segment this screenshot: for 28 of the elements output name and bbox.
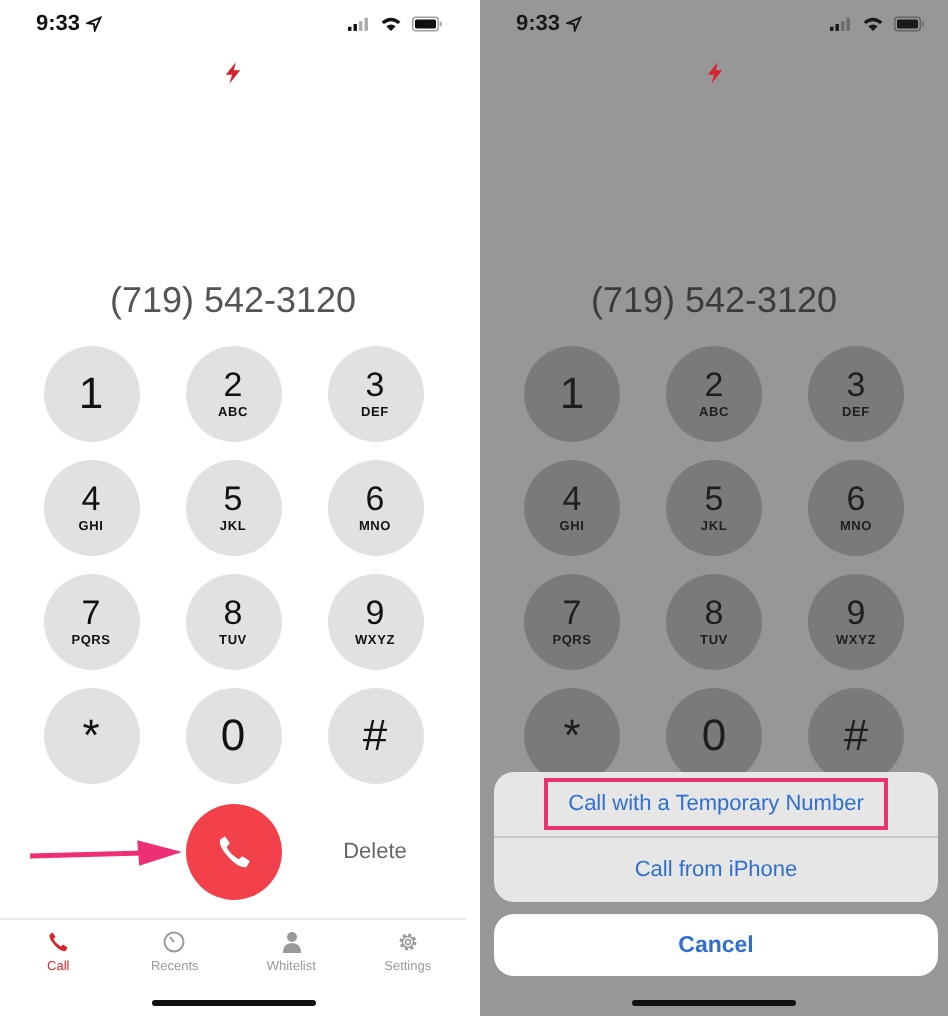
location-icon [566, 16, 583, 32]
person-icon [279, 930, 304, 954]
dial-key[interactable]: 1 [43, 346, 139, 442]
battery-icon [412, 16, 442, 32]
dial-key[interactable]: * [43, 688, 139, 784]
signal-icon [348, 16, 370, 32]
cancel-button[interactable]: Cancel [494, 914, 938, 976]
status-time: 9:33 [36, 12, 81, 36]
action-option[interactable]: Call with a Temporary Number [544, 778, 888, 830]
dial-key[interactable]: 1 [524, 346, 620, 442]
status-time: 9:33 [516, 12, 561, 36]
wifi-icon [862, 16, 884, 32]
signal-icon [830, 16, 852, 32]
delete-button[interactable]: Delete [339, 836, 411, 868]
lightning-bolt-icon [224, 62, 242, 84]
action-option[interactable]: Call from iPhone [618, 850, 814, 890]
dialed-number: (719) 542-3120 [107, 278, 359, 322]
dialed-number: (719) 542-3120 [588, 278, 840, 322]
call-button[interactable] [185, 804, 281, 900]
dial-key[interactable]: 0 [185, 688, 281, 784]
lightning-bolt-icon [705, 62, 723, 84]
phone-icon [46, 930, 71, 954]
battery-icon [894, 16, 924, 32]
clock-icon [162, 930, 187, 954]
dial-key[interactable]: # [327, 688, 423, 784]
settings-icon [395, 930, 420, 954]
wifi-icon [380, 16, 402, 32]
location-icon [86, 16, 103, 32]
